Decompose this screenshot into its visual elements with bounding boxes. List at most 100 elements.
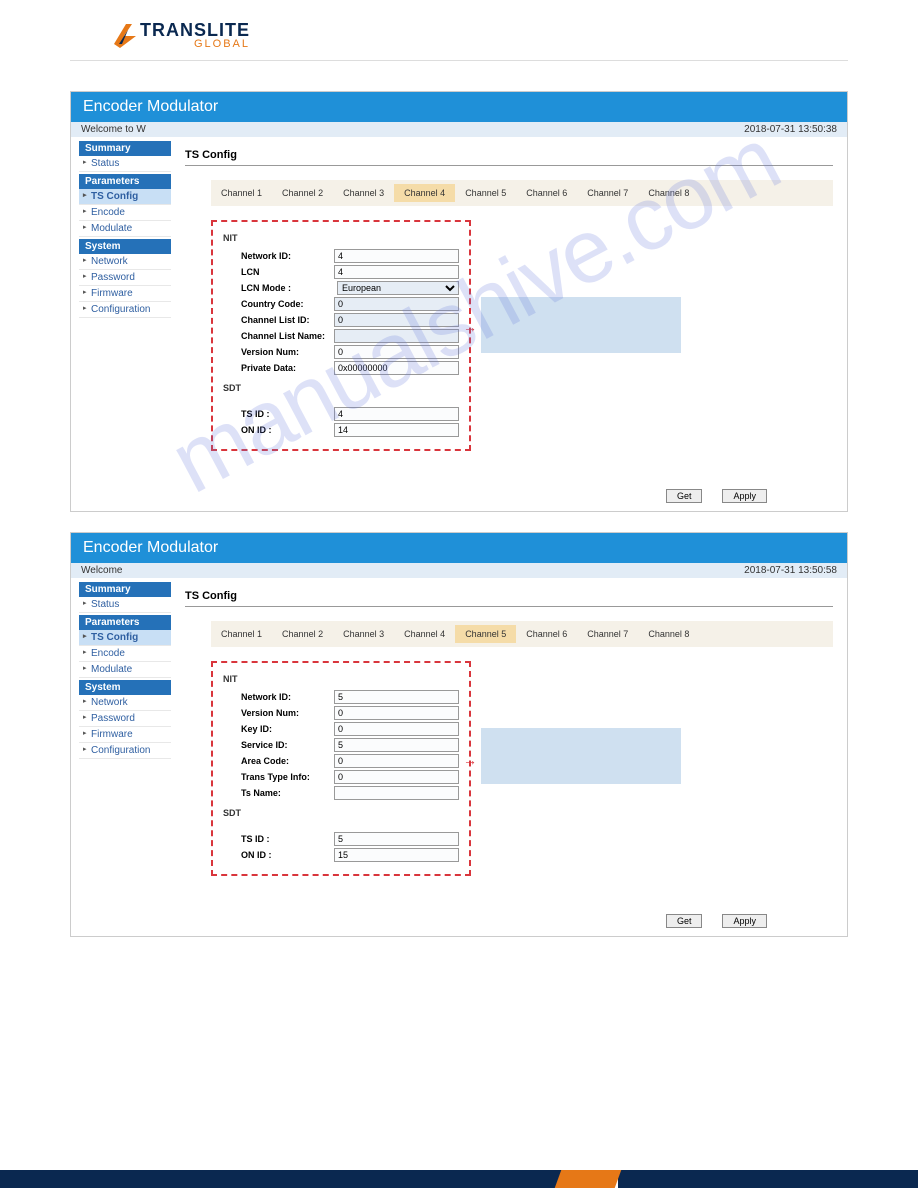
get-button[interactable]: Get [666,914,703,928]
form-label: ON ID : [241,425,334,435]
tab-channel-5[interactable]: Channel 5 [455,625,516,643]
sidebar-item-encode[interactable]: Encode [79,205,171,221]
form-row: Ts Name: [223,786,459,800]
sidebar-item-modulate[interactable]: Modulate [79,662,171,678]
form-input[interactable] [334,407,459,421]
sidebar-item-network[interactable]: Network [79,695,171,711]
tab-channel-2[interactable]: Channel 2 [272,625,333,643]
tab-channel-3[interactable]: Channel 3 [333,625,394,643]
form-input[interactable] [334,722,459,736]
sidebar-section-system: System [79,239,171,254]
form-input[interactable] [334,754,459,768]
apply-button[interactable]: Apply [722,489,767,503]
tab-channel-7[interactable]: Channel 7 [577,625,638,643]
sidebar-item-password[interactable]: Password [79,270,171,286]
tab-channel-7[interactable]: Channel 7 [577,184,638,202]
form-label: LCN Mode : [241,283,337,293]
tab-channel-6[interactable]: Channel 6 [516,184,577,202]
form-input[interactable] [334,265,459,279]
form-label: Channel List ID: [241,315,334,325]
highlighted-form-box: NITNetwork ID:Version Num:Key ID:Service… [211,661,471,876]
sidebar-section-parameters: Parameters [79,615,171,630]
form-input[interactable] [334,832,459,846]
sidebar-item-configuration[interactable]: Configuration [79,743,171,759]
lcn-mode-select[interactable]: European [337,281,459,295]
form-row: ON ID : [223,848,459,862]
channel-tabs: Channel 1Channel 2Channel 3Channel 4Chan… [211,180,833,206]
tab-channel-5[interactable]: Channel 5 [455,184,516,202]
footer-decoration [0,1170,918,1188]
form-row: TS ID : [223,832,459,846]
sidebar-section-summary: Summary [79,141,171,156]
form-input[interactable] [334,770,459,784]
form-label: LCN [241,267,334,277]
get-button[interactable]: Get [666,489,703,503]
sidebar-item-network[interactable]: Network [79,254,171,270]
form-input[interactable] [334,738,459,752]
form-row: ON ID : [223,423,459,437]
form-row: Key ID: [223,722,459,736]
form-input[interactable] [334,345,459,359]
brand-line1: TRANSLITE [140,20,250,40]
tab-channel-8[interactable]: Channel 8 [638,184,699,202]
brand-logo-icon [110,20,140,50]
sidebar-item-encode[interactable]: Encode [79,646,171,662]
form-input[interactable] [334,706,459,720]
sidebar-item-configuration[interactable]: Configuration [79,302,171,318]
form-row: Version Num: [223,706,459,720]
tab-channel-1[interactable]: Channel 1 [211,184,272,202]
form-label: Network ID: [241,692,334,702]
sidebar-item-status[interactable]: Status [79,597,171,613]
form-input[interactable] [334,423,459,437]
content-title: TS Config [185,586,833,607]
form-input[interactable] [334,361,459,375]
form-label: Ts Name: [241,788,334,798]
sidebar-section-summary: Summary [79,582,171,597]
form-input[interactable] [334,249,459,263]
sidebar-item-password[interactable]: Password [79,711,171,727]
sidebar-item-firmware[interactable]: Firmware [79,286,171,302]
form-row: Private Data: [223,361,459,375]
form-row: Channel List ID: [223,313,459,327]
tab-channel-2[interactable]: Channel 2 [272,184,333,202]
form-label: TS ID : [241,409,334,419]
content-area: TS ConfigChannel 1Channel 2Channel 3Chan… [171,137,847,511]
form-input[interactable] [334,848,459,862]
form-label: Channel List Name: [241,331,334,341]
form-input[interactable] [334,297,459,311]
form-row: Network ID: [223,249,459,263]
timestamp: 2018-07-31 13:50:38 [744,124,837,135]
form-row: LCN [223,265,459,279]
tab-channel-8[interactable]: Channel 8 [638,625,699,643]
sidebar-item-ts-config[interactable]: TS Config [79,189,171,205]
form-label: Area Code: [241,756,334,766]
welcome-text: Welcome [81,565,123,576]
form-label: TS ID : [241,834,334,844]
form-row: Network ID: [223,690,459,704]
form-label: Version Num: [241,708,334,718]
action-buttons: Get Apply [666,489,767,503]
tab-channel-6[interactable]: Channel 6 [516,625,577,643]
sidebar-item-firmware[interactable]: Firmware [79,727,171,743]
sidebar-item-status[interactable]: Status [79,156,171,172]
form-row: Service ID: [223,738,459,752]
form-input[interactable] [334,313,459,327]
form-label: Service ID: [241,740,334,750]
tab-channel-4[interactable]: Channel 4 [394,184,455,202]
content-title: TS Config [185,145,833,166]
tab-channel-3[interactable]: Channel 3 [333,184,394,202]
form-input[interactable] [334,786,459,800]
tab-channel-4[interactable]: Channel 4 [394,625,455,643]
sidebar-item-ts-config[interactable]: TS Config [79,630,171,646]
sidebar: SummaryStatusParametersTS ConfigEncodeMo… [71,137,171,511]
form-label: Private Data: [241,363,334,373]
tab-channel-1[interactable]: Channel 1 [211,625,272,643]
sidebar-item-modulate[interactable]: Modulate [79,221,171,237]
form-input[interactable] [334,329,459,343]
sidebar: SummaryStatus ParametersTS ConfigEncodeMo… [71,578,171,936]
callout-block [481,297,681,353]
apply-button[interactable]: Apply [722,914,767,928]
form-input[interactable] [334,690,459,704]
form-row: Country Code: [223,297,459,311]
form-row: LCN Mode :European [223,281,459,295]
